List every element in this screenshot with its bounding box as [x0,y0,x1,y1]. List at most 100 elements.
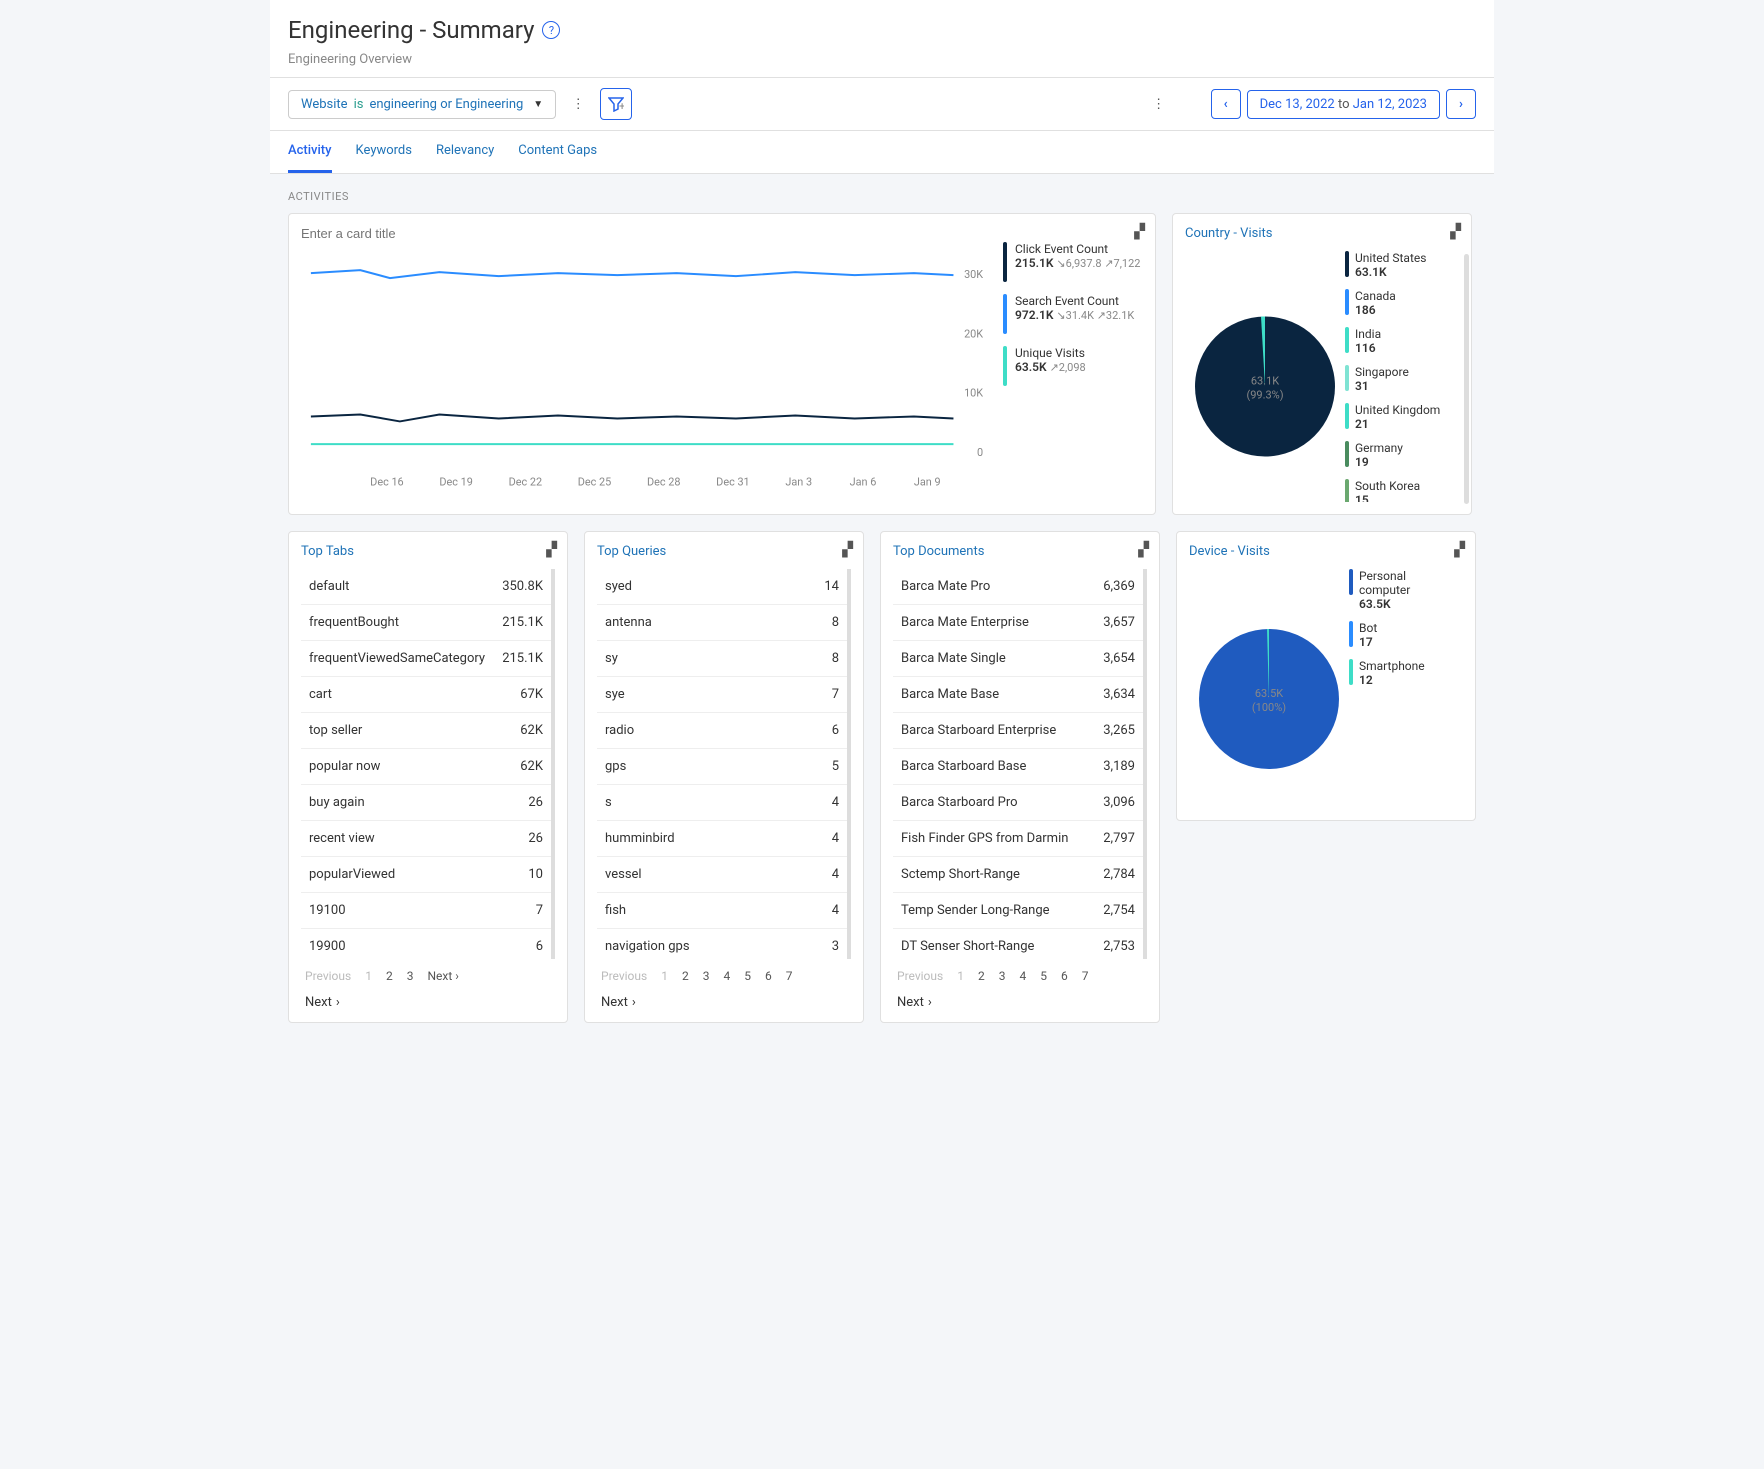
table-row[interactable]: Barca Starboard Base 3,189 [893,749,1143,785]
card-title-input[interactable] [301,226,501,241]
date-prev-button[interactable]: ‹ [1211,89,1241,119]
filter-menu-icon[interactable]: ⋮ [566,92,590,116]
table-row[interactable]: cart 67K [301,677,551,713]
tab-content-gaps[interactable]: Content Gaps [518,131,597,173]
legend-item[interactable]: South Korea 15 [1345,479,1455,502]
pager-page[interactable]: 3 [999,969,1006,983]
table-row[interactable]: frequentBought 215.1K [301,605,551,641]
pager-page[interactable]: 5 [1040,969,1047,983]
legend-color-bar [1349,569,1353,595]
date-next-button[interactable]: › [1446,89,1476,119]
table-row[interactable]: 19900 6 [301,929,551,959]
legend-item[interactable]: Bot 17 [1349,621,1459,649]
card-menu-icon[interactable]: ▞ [1450,224,1461,240]
legend-item[interactable]: Smartphone 12 [1349,659,1459,687]
pager-page[interactable]: 6 [1061,969,1068,983]
pager-page[interactable]: 4 [723,969,730,983]
table-row[interactable]: vessel 4 [597,857,847,893]
add-filter-button[interactable]: + [600,88,632,120]
table-row[interactable]: sy 8 [597,641,847,677]
pager-page[interactable]: 3 [407,969,414,983]
pager-page[interactable]: 2 [978,969,985,983]
table-row[interactable]: popularViewed 10 [301,857,551,893]
table-row[interactable]: Barca Mate Single 3,654 [893,641,1143,677]
table-row[interactable]: humminbird 4 [597,821,847,857]
filter-pill[interactable]: Website is engineering or Engineering ▼ [288,90,556,119]
page-menu-icon[interactable]: ⋮ [1147,92,1171,116]
table-row[interactable]: Barca Starboard Enterprise 3,265 [893,713,1143,749]
pager-page[interactable]: 6 [765,969,772,983]
table-row[interactable]: recent view 26 [301,821,551,857]
table-row[interactable]: popular now 62K [301,749,551,785]
help-icon[interactable]: ? [542,21,560,39]
top-documents-card: Top Documents ▞ Barca Mate Pro 6,369Barc… [880,531,1160,1023]
legend-item[interactable]: India 116 [1345,327,1455,355]
legend-item[interactable]: Click Event Count 215.1K ↘6,937.8 ↗7,122 [1003,242,1143,282]
pager-page[interactable]: 7 [1082,969,1089,983]
row-label: sye [605,687,625,702]
table-row[interactable]: Barca Mate Pro 6,369 [893,569,1143,605]
table-row[interactable]: Barca Starboard Pro 3,096 [893,785,1143,821]
pager-page[interactable]: 7 [786,969,793,983]
tab-relevancy[interactable]: Relevancy [436,131,494,173]
card-menu-icon[interactable]: ▞ [1454,542,1465,558]
row-label: 19900 [309,939,346,954]
table-row[interactable]: Sctemp Short-Range 2,784 [893,857,1143,893]
row-label: navigation gps [605,939,690,954]
pager-page[interactable]: 1 [957,969,964,983]
legend-text: Personal computer 63.5K [1359,569,1459,611]
pager-page[interactable]: 5 [744,969,751,983]
pager-page[interactable]: 1 [661,969,668,983]
table-row[interactable]: navigation gps 3 [597,929,847,959]
tab-keywords[interactable]: Keywords [356,131,412,173]
legend-item[interactable]: Search Event Count 972.1K ↘31.4K ↗32.1K [1003,294,1143,334]
table-row[interactable]: 19100 7 [301,893,551,929]
country-pie-chart: 63.1K (99.3%) [1185,251,1345,502]
pager-next[interactable]: Next › [427,969,458,983]
legend-item[interactable]: Unique Visits 63.5K ↗2,098 [1003,346,1143,386]
pager-page[interactable]: 4 [1019,969,1026,983]
legend-item[interactable]: United Kingdom 21 [1345,403,1455,431]
date-range-picker[interactable]: Dec 13, 2022 to Jan 12, 2023 [1247,90,1440,119]
next-button[interactable]: Next › [597,995,851,1010]
tab-activity[interactable]: Activity [288,131,332,173]
table-row[interactable]: Barca Mate Base 3,634 [893,677,1143,713]
table-row[interactable]: Temp Sender Long-Range 2,754 [893,893,1143,929]
legend-item[interactable]: Singapore 31 [1345,365,1455,393]
table-row[interactable]: radio 6 [597,713,847,749]
table-row[interactable]: s 4 [597,785,847,821]
card-menu-icon[interactable]: ▞ [1138,542,1149,558]
pager-prev: Previous [601,969,647,983]
legend-text: Click Event Count 215.1K ↘6,937.8 ↗7,122 [1015,242,1140,282]
table-row[interactable]: antenna 8 [597,605,847,641]
next-button[interactable]: Next › [893,995,1147,1010]
page-subtitle: Engineering Overview [288,52,1476,67]
table-row[interactable]: top seller 62K [301,713,551,749]
legend-item[interactable]: United States 63.1K [1345,251,1455,279]
table-row[interactable]: Fish Finder GPS from Darmin 2,797 [893,821,1143,857]
table-row[interactable]: fish 4 [597,893,847,929]
pager-page[interactable]: 1 [365,969,372,983]
row-value: 26 [528,795,543,810]
table-row[interactable]: gps 5 [597,749,847,785]
scrollbar[interactable] [1464,254,1469,504]
card-menu-icon[interactable]: ▞ [546,542,557,558]
card-menu-icon[interactable]: ▞ [1134,224,1145,240]
next-button[interactable]: Next › [301,995,555,1010]
table-row[interactable]: buy again 26 [301,785,551,821]
legend-item[interactable]: Germany 19 [1345,441,1455,469]
table-row[interactable]: default 350.8K [301,569,551,605]
table-row[interactable]: syed 14 [597,569,847,605]
legend-item[interactable]: Personal computer 63.5K [1349,569,1459,611]
table-row[interactable]: frequentViewedSameCategory 215.1K [301,641,551,677]
card-menu-icon[interactable]: ▞ [842,542,853,558]
legend-item[interactable]: Canada 186 [1345,289,1455,317]
table-row[interactable]: DT Senser Short-Range 2,753 [893,929,1143,959]
table-row[interactable]: sye 7 [597,677,847,713]
pager-page[interactable]: 2 [386,969,393,983]
table-row[interactable]: Barca Mate Enterprise 3,657 [893,605,1143,641]
pager-page[interactable]: 3 [703,969,710,983]
row-value: 350.8K [502,579,543,594]
page-title: Engineering - Summary ? [288,16,1476,44]
pager-page[interactable]: 2 [682,969,689,983]
